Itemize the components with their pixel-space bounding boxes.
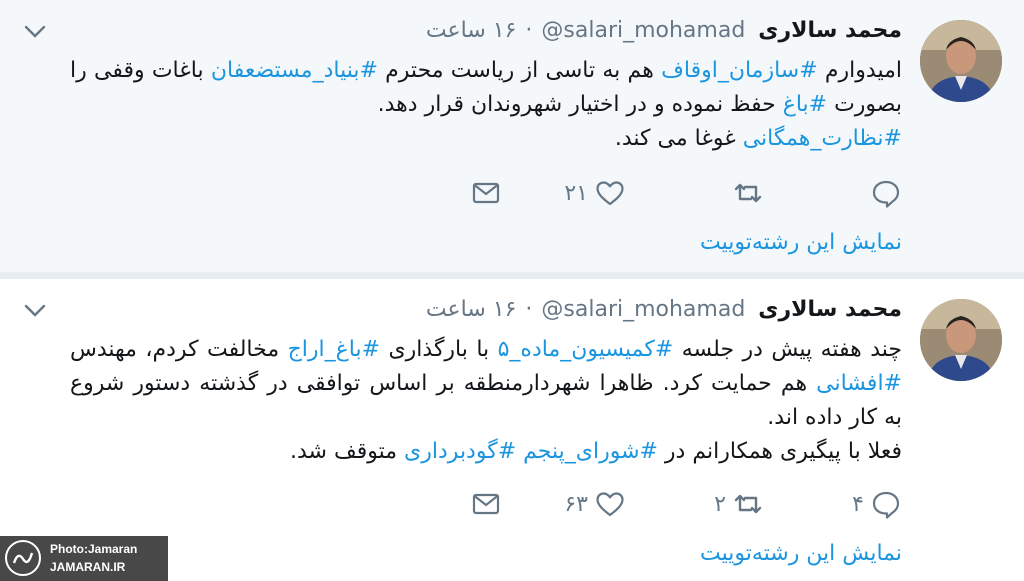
tweet-text-run: امیدوارم xyxy=(817,58,902,83)
author-name[interactable]: محمد سالاری xyxy=(758,297,902,322)
like-count: ۶۳ xyxy=(564,491,588,517)
jamaran-logo-icon xyxy=(5,540,41,576)
hashtag-link[interactable]: #افشانی xyxy=(816,371,902,396)
show-thread-link[interactable]: نمایش این رشته‌توییت xyxy=(700,541,902,566)
like-count: ۲۱ xyxy=(564,180,588,206)
tweet-text-run: غوغا می کند. xyxy=(614,126,743,151)
heart-icon xyxy=(596,492,624,517)
reply-button[interactable]: ۴ xyxy=(852,487,902,521)
author-handle[interactable]: @salari_mohamad xyxy=(541,18,745,43)
tweet-time[interactable]: ۱۶ ساعت xyxy=(426,297,517,322)
direct-message-button[interactable] xyxy=(470,487,502,521)
watermark-credit: Photo:Jamaran xyxy=(50,542,138,556)
separator-dot: · xyxy=(525,18,533,43)
author-name[interactable]: محمد سالاری xyxy=(758,18,902,43)
reply-icon xyxy=(872,491,900,519)
hashtag-link[interactable]: #بنیاد_مستضعفان xyxy=(211,58,378,83)
retweet-icon xyxy=(734,494,762,514)
like-button[interactable]: ۲۱ xyxy=(564,176,626,210)
tweet-text-run: مخالفت کردم، مهندس xyxy=(70,337,288,362)
avatar[interactable] xyxy=(920,20,1002,102)
tweet-text-run: هم حمایت کرد. ظاهرا شهردارمنطقه بر اساس … xyxy=(70,371,902,430)
tweet-text: چند هفته پیش در جلسه #کمیسیون_ماده_۵ با … xyxy=(70,333,902,469)
hashtag-link[interactable]: #گودبرداری xyxy=(404,439,516,464)
tweet-text-run: فعلا با پیگیری همکارانم در xyxy=(657,439,902,464)
envelope-icon xyxy=(472,493,500,515)
avatar[interactable] xyxy=(920,299,1002,381)
tweet-header: محمد سالاری @salari_mohamad · ۱۶ ساعت xyxy=(426,297,902,322)
chevron-down-icon[interactable] xyxy=(22,22,48,42)
chevron-down-icon[interactable] xyxy=(22,301,48,321)
hashtag-link[interactable]: #نظارت_همگانی xyxy=(743,126,902,151)
timeline: محمد سالاری @salari_mohamad · ۱۶ ساعت ام… xyxy=(0,0,1024,581)
watermark-site: JAMARAN.IR xyxy=(50,560,126,574)
tweet-actions: ۲۱ xyxy=(472,176,902,210)
tweet-text-run: متوقف شد. xyxy=(290,439,405,464)
tweet-text: امیدوارم #سازمان_اوقاف هم به تاسی از ریا… xyxy=(70,54,902,156)
hashtag-link[interactable]: #باغ_اراج xyxy=(288,337,380,362)
tweet-actions: ۴ ۲ ۶۳ xyxy=(472,487,902,521)
tweet-time[interactable]: ۱۶ ساعت xyxy=(426,18,517,43)
profile-photo xyxy=(920,20,1002,102)
profile-photo xyxy=(920,299,1002,381)
hashtag-link[interactable]: #سازمان_اوقاف xyxy=(661,58,818,83)
direct-message-button[interactable] xyxy=(470,176,502,210)
separator-dot: · xyxy=(525,297,533,322)
tweet[interactable]: محمد سالاری @salari_mohamad · ۱۶ ساعت ام… xyxy=(0,0,1024,272)
tweet-text-run: با بارگذاری xyxy=(380,337,498,362)
heart-icon xyxy=(596,181,624,206)
tweet-text-run: چند هفته پیش در جلسه xyxy=(673,337,903,362)
show-thread-link[interactable]: نمایش این رشته‌توییت xyxy=(700,230,902,255)
hashtag-link[interactable]: #باغ xyxy=(783,92,827,117)
envelope-icon xyxy=(472,182,500,204)
hashtag-link[interactable]: #شورای_پنجم xyxy=(523,439,658,464)
retweet-icon xyxy=(734,183,762,203)
retweet-button[interactable]: ۲ xyxy=(714,487,764,521)
author-handle[interactable]: @salari_mohamad xyxy=(541,297,745,322)
photo-watermark: Photo:Jamaran JAMARAN.IR xyxy=(0,536,168,581)
tweet-text-run: حفظ نموده و در اختیار شهروندان قرار دهد. xyxy=(377,92,783,117)
tweet-text-run: هم به تاسی از ریاست محترم xyxy=(377,58,662,83)
reply-button[interactable] xyxy=(864,176,902,210)
retweet-button[interactable] xyxy=(726,176,764,210)
reply-count: ۴ xyxy=(852,491,864,517)
reply-icon xyxy=(872,180,900,208)
hashtag-link[interactable]: #کمیسیون_ماده_۵ xyxy=(498,337,674,362)
tweet-header: محمد سالاری @salari_mohamad · ۱۶ ساعت xyxy=(426,18,902,43)
retweet-count: ۲ xyxy=(714,491,726,517)
like-button[interactable]: ۶۳ xyxy=(564,487,626,521)
tweet-divider xyxy=(0,272,1024,279)
